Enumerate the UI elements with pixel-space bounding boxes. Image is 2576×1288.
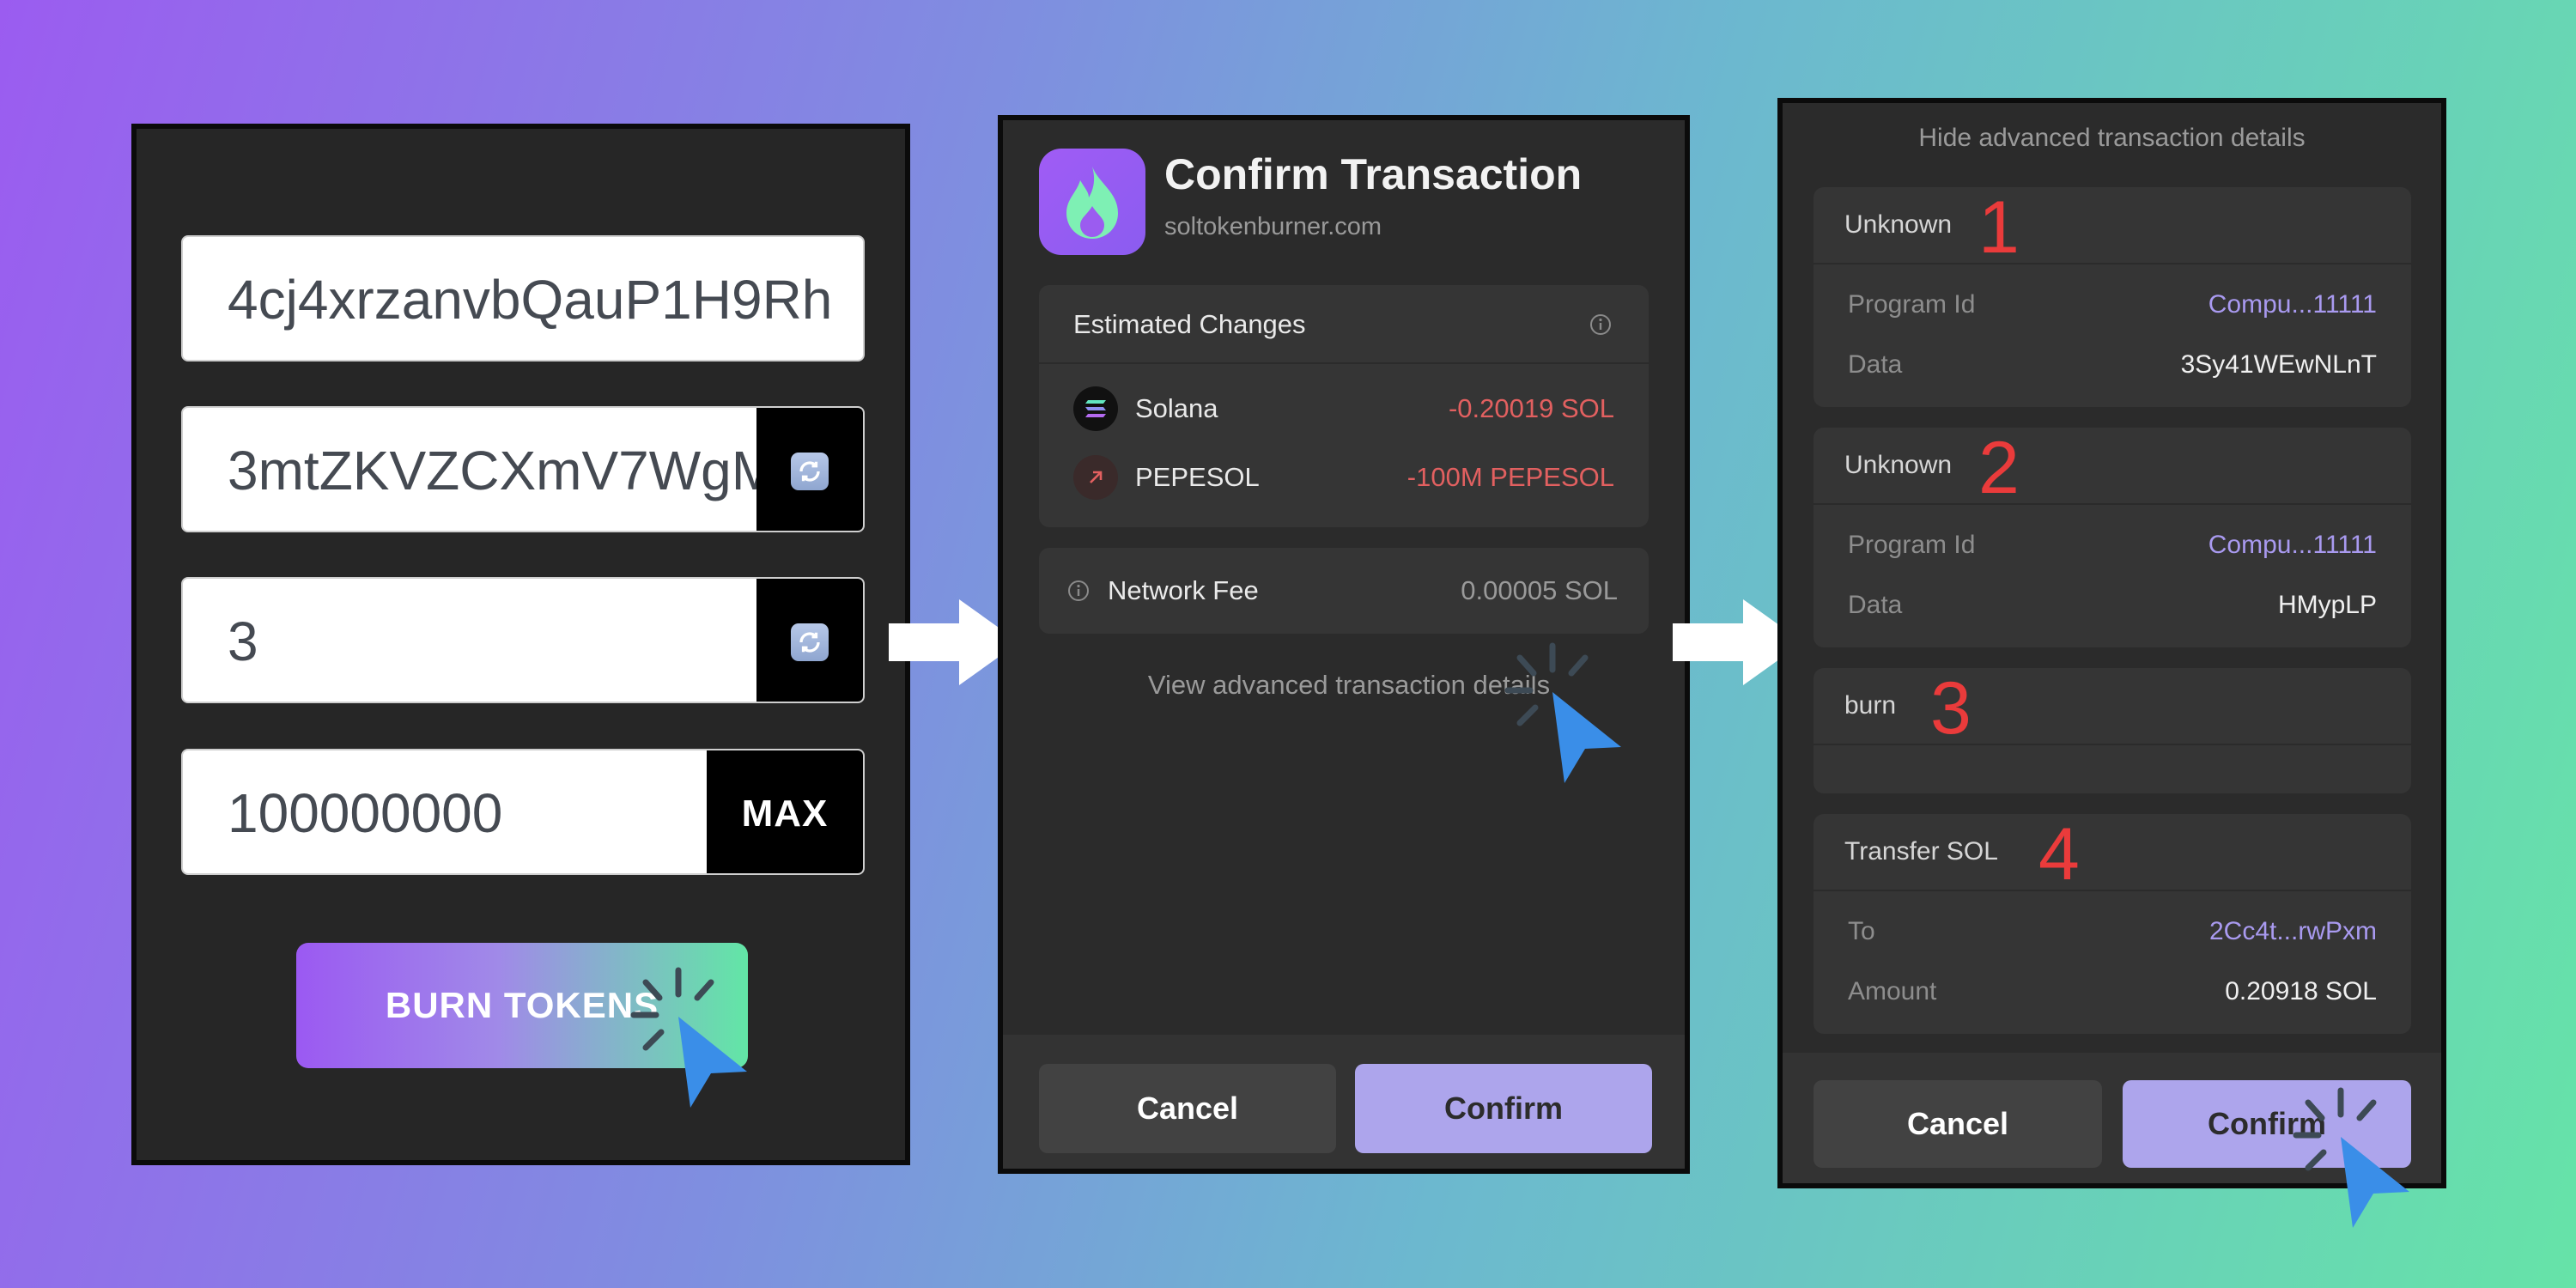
annotation-number: 2: [1978, 427, 2020, 509]
instruction-card: Unknown 1 Program Id Compu...11111 Data …: [1814, 186, 2411, 407]
mint-address-value: 4cj4xrzanvbQauP1H9Rh: [228, 269, 833, 331]
annotation-number: 1: [1978, 186, 2020, 269]
refresh-icon: [791, 623, 829, 661]
arrow-up-right-icon: [1073, 455, 1118, 500]
info-icon[interactable]: [1066, 579, 1091, 603]
instruction-title: Unknown: [1844, 210, 1953, 239]
confirm-button[interactable]: Confirm: [1355, 1064, 1652, 1153]
row-label: Data: [1848, 591, 1903, 619]
network-fee-label: Network Fee: [1108, 575, 1259, 605]
row-label: Program Id: [1848, 290, 1976, 319]
burn-form-panel: 4cj4xrzanvbQauP1H9Rh 3mtZKVZCXmV7WgM 3 1…: [131, 124, 910, 1165]
row-label: Program Id: [1848, 531, 1976, 559]
dialog-domain: soltokenburner.com: [1164, 213, 1382, 240]
decimals-input[interactable]: 3: [181, 577, 865, 703]
estimated-changes-label: Estimated Changes: [1073, 309, 1306, 339]
program-id-link[interactable]: Compu...11111: [2208, 290, 2377, 319]
max-button[interactable]: MAX: [707, 750, 863, 873]
refresh-decimals-button[interactable]: [756, 579, 863, 702]
refresh-icon: [791, 452, 829, 490]
token-account-value: 3mtZKVZCXmV7WgM: [228, 440, 778, 501]
tutorial-canvas: { "panel1": { "mint_address": "4cj4xrzan…: [0, 0, 2576, 1288]
instruction-title: Unknown: [1844, 451, 1953, 479]
decimals-value: 3: [228, 611, 258, 672]
amount-value: 100000000: [228, 782, 503, 844]
dialog-footer: Cancel Confirm: [1003, 1035, 1685, 1169]
cancel-button[interactable]: Cancel: [1814, 1080, 2102, 1168]
network-fee-card: Network Fee 0.00005 SOL: [1039, 548, 1649, 634]
program-id-link[interactable]: Compu...11111: [2208, 531, 2377, 560]
solana-icon: [1073, 386, 1118, 431]
row-value: 3Sy41WEwNLnT: [2180, 350, 2377, 379]
refresh-account-button[interactable]: [756, 408, 863, 531]
recipient-link[interactable]: 2Cc4t...rwPxm: [2209, 917, 2377, 946]
advanced-details-panel: Hide advanced transaction details Unknow…: [1777, 98, 2446, 1188]
dialog-title: Confirm Transaction: [1164, 150, 1583, 198]
row-value: 0.20918 SOL: [2225, 977, 2377, 1005]
change-token-name: Solana: [1135, 393, 1218, 423]
instruction-title: Transfer SOL: [1844, 837, 1998, 866]
annotation-number: 4: [2038, 813, 2080, 896]
amount-input[interactable]: 100000000 MAX: [181, 749, 865, 875]
row-label: Amount: [1848, 977, 1937, 1005]
row-label: Data: [1848, 350, 1903, 379]
cursor-click-icon: [630, 967, 747, 1108]
instruction-card: Transfer SOL 4 To 2Cc4t...rwPxm Amount 0…: [1814, 813, 2411, 1034]
hide-advanced-details-link[interactable]: Hide advanced transaction details: [1783, 124, 2441, 153]
row-label: To: [1848, 917, 1875, 945]
change-amount: -0.20019 SOL: [1448, 393, 1614, 423]
cancel-button[interactable]: Cancel: [1039, 1064, 1336, 1153]
instruction-card: burn 3: [1814, 667, 2411, 793]
change-amount: -100M PEPESOL: [1406, 462, 1614, 492]
instruction-card: Unknown 2 Program Id Compu...11111 Data …: [1814, 427, 2411, 647]
cursor-click-icon: [1504, 642, 1621, 783]
row-value: HMypLP: [2277, 591, 2377, 619]
network-fee-value: 0.00005 SOL: [1461, 575, 1618, 605]
token-account-input[interactable]: 3mtZKVZCXmV7WgM: [181, 406, 865, 532]
change-token-name: PEPESOL: [1135, 462, 1260, 492]
flame-icon: [1039, 149, 1145, 255]
annotation-number: 3: [1930, 667, 1971, 750]
cursor-click-icon: [2293, 1087, 2409, 1228]
info-icon[interactable]: [1589, 313, 1613, 337]
mint-address-input[interactable]: 4cj4xrzanvbQauP1H9Rh: [181, 235, 865, 361]
estimated-changes-card: Estimated Changes Solana -0.20019 SOL PE…: [1039, 285, 1649, 527]
instruction-title: burn: [1844, 691, 1897, 720]
